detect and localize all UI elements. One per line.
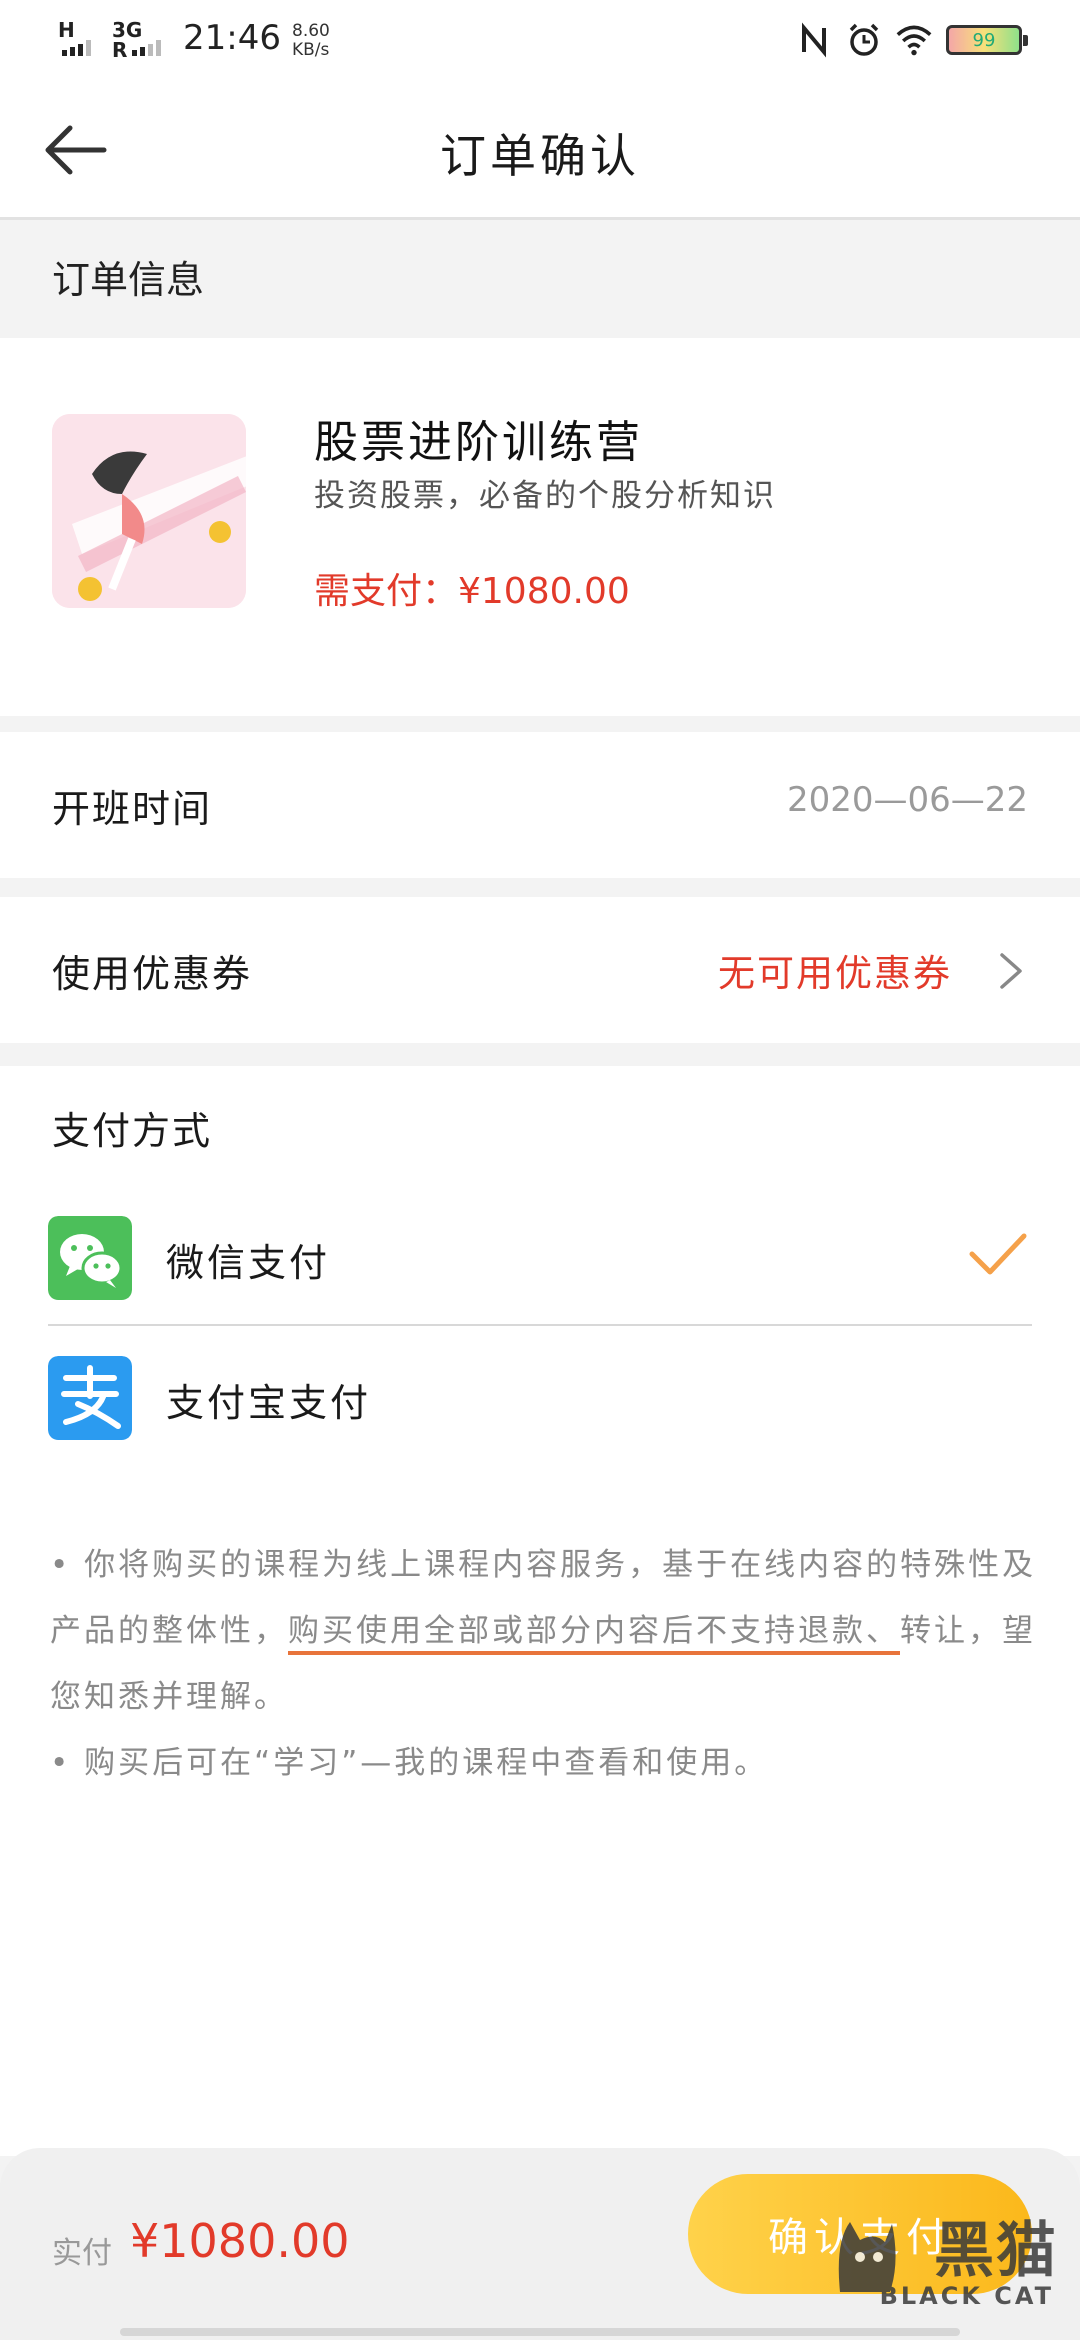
network-speed: 8.60 KB/s <box>292 22 330 60</box>
page-title: 订单确认 <box>440 129 640 183</box>
purchase-notice: • 你将购买的课程为线上课程内容服务，基于在线内容的特殊性及产品的整体性，购买使… <box>50 1532 1040 1796</box>
black-cat-watermark: 黑猫 BLACK CAT <box>808 2202 1068 2322</box>
notice-refund-highlight: 购买使用全部或部分内容后不支持退款、 <box>288 1613 900 1655</box>
network-type-3g: 3G <box>112 18 143 42</box>
watermark-cn: 黑猫 <box>934 2216 1058 2286</box>
product-description: 投资股票，必备的个股分析知识 <box>314 478 776 514</box>
nav-bar: 订单确认 <box>0 80 1080 220</box>
product-card[interactable]: 股票进阶训练营 投资股票，必备的个股分析知识 需支付：¥1080.00 <box>0 338 1080 716</box>
watermark-en: BLACK CAT <box>879 2282 1054 2310</box>
product-price: 需支付：¥1080.00 <box>314 571 630 612</box>
class-time-label: 开班时间 <box>52 787 213 831</box>
network-speed-unit: KB/s <box>292 40 330 60</box>
status-icons: 99 <box>796 20 1028 60</box>
payment-option-wechat[interactable]: 微信支付 <box>0 1188 1080 1318</box>
product-title: 股票进阶训练营 <box>314 417 643 468</box>
class-time-row: 开班时间 2020—06—22 <box>0 732 1080 878</box>
checkmark-icon <box>969 1233 1027 1275</box>
payment-method-title: 支付方式 <box>52 1109 213 1153</box>
wechat-pay-label: 微信支付 <box>166 1241 331 1285</box>
network-type-top: H <box>58 18 75 42</box>
coupon-label: 使用优惠券 <box>52 952 253 996</box>
alipay-icon <box>48 1356 132 1440</box>
wifi-icon <box>896 25 932 56</box>
network-speed-value: 8.60 <box>292 21 330 41</box>
coupon-value: 无可用优惠券 <box>718 952 952 995</box>
payment-section: 支付方式 微信支付 支付宝支付 • 你将购买的课程为线上课程内容服务，基于在线内… <box>0 1066 1080 2156</box>
network-indicator: H <box>58 20 75 40</box>
wechat-pay-icon <box>48 1216 132 1300</box>
chevron-right-icon <box>1000 953 1022 989</box>
order-info-header: 订单信息 <box>0 223 1080 338</box>
order-info-title: 订单信息 <box>52 258 205 302</box>
class-time-value: 2020—06—22 <box>786 780 1028 820</box>
alipay-label: 支付宝支付 <box>166 1381 372 1425</box>
payment-option-alipay[interactable]: 支付宝支付 <box>0 1328 1080 1458</box>
home-indicator[interactable] <box>120 2328 960 2336</box>
clock: 21:46 <box>183 18 281 58</box>
payment-divider <box>48 1324 1032 1326</box>
battery-level: 99 <box>972 29 996 51</box>
signal-bars <box>62 40 172 56</box>
coupon-row[interactable]: 使用优惠券 无可用优惠券 <box>0 897 1080 1043</box>
nfc-icon <box>802 22 826 58</box>
alarm-icon <box>849 23 879 56</box>
product-thumbnail <box>52 414 246 608</box>
battery-indicator: 99 <box>946 25 1028 55</box>
paid-amount: ¥1080.00 <box>130 2214 350 2268</box>
notice-2-text: • 购买后可在“学习”—我的课程中查看和使用。 <box>50 1745 769 1781</box>
paid-label: 实付 <box>52 2236 112 2271</box>
status-bar: H 3G R 21:46 8.60 KB/s 99 <box>0 0 1080 80</box>
